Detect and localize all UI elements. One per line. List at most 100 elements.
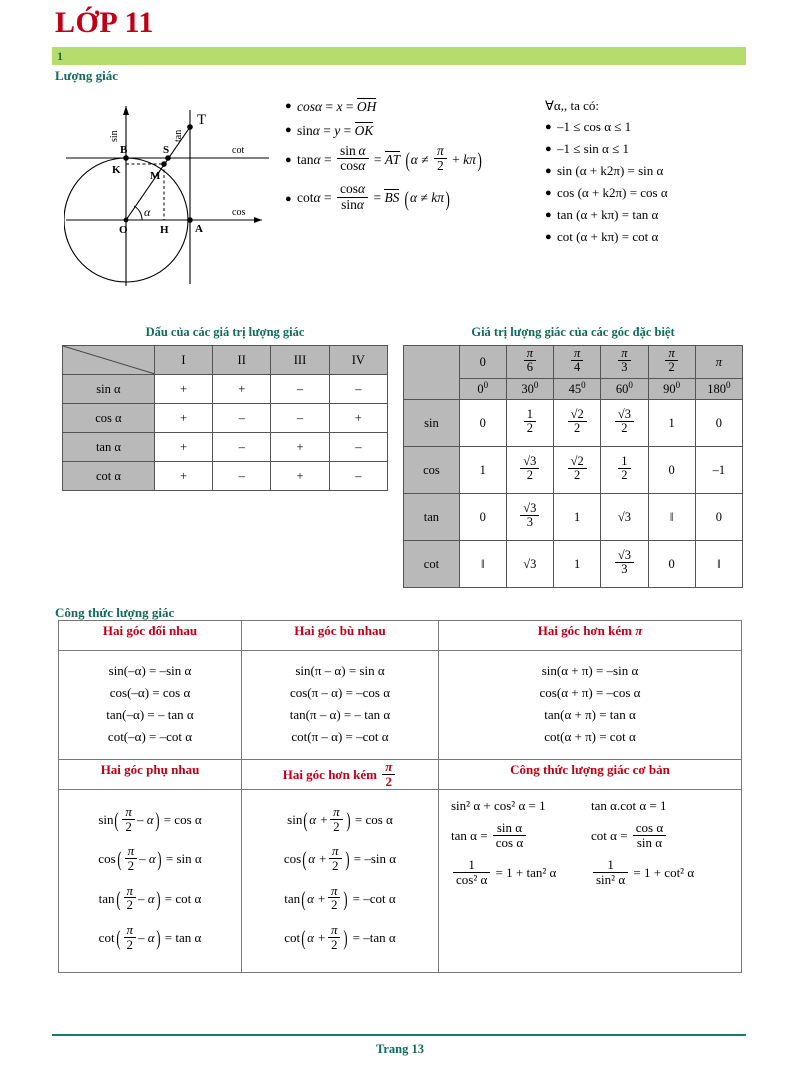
- radian-value: 0: [479, 354, 486, 369]
- formula-cell-differ-pi: Hai góc hơn kém π: [438, 620, 742, 651]
- formula-body-complementary: sin(π 2– α) = cos α cos(π 2– α) = sin α ta…: [58, 788, 242, 974]
- formula-line: tan(–α) = – tan α: [106, 707, 194, 722]
- bullet-icon: ●: [285, 192, 292, 205]
- property-item: ● –1 ≤ cos α ≤ 1: [545, 119, 795, 135]
- special-cell: √2 2: [552, 399, 602, 447]
- sign-cell: –: [328, 374, 389, 404]
- svg-text:cot: cot: [232, 145, 244, 156]
- special-cell: 0: [694, 493, 744, 541]
- radian-den: 2: [668, 359, 675, 374]
- sign-cell: –: [270, 403, 330, 433]
- bullet-icon: ●: [545, 164, 552, 177]
- formula-line: tan(π 2– α) = cot α: [98, 882, 202, 913]
- special-degree: 00: [458, 378, 507, 400]
- sign-cell: –: [212, 403, 272, 433]
- table-row: sin(π 2– α) = cos α cos(π 2– α) = sin α ta…: [58, 788, 742, 974]
- formula-line: sin(π 2– α) = cos α: [98, 804, 202, 834]
- sign-cell: +: [212, 374, 272, 404]
- property-text: cos (α + k2π) = cos α: [557, 185, 668, 200]
- special-cell: ‖: [458, 540, 507, 588]
- radian-num: π: [665, 346, 678, 361]
- sign-cell: +: [153, 374, 214, 404]
- formula-title: Hai góc phụ nhau: [100, 762, 200, 777]
- sign-cell: +: [153, 461, 214, 491]
- formula-cell-complementary: Hai góc phụ nhau: [58, 759, 242, 790]
- sign-table: I II III IV sin α + + – – cos α + – – + …: [62, 345, 389, 491]
- basic-identity: sin² α + cos² α = 1: [451, 798, 546, 813]
- table-row: sin α + + – –: [62, 374, 389, 404]
- property-text: cot (α + kπ) = cot α: [557, 229, 659, 244]
- svg-text:H: H: [160, 224, 169, 236]
- special-degree: 1800: [694, 378, 744, 400]
- definition-tan: ● tanα = sin α cosα = AT (α ≠ π2 + kπ): [285, 142, 482, 174]
- special-radian: 0: [458, 345, 507, 379]
- radian-den: 4: [574, 359, 581, 374]
- sign-col-2: II: [212, 345, 272, 375]
- sign-cell: –: [328, 461, 389, 491]
- special-cell: 0: [458, 493, 507, 541]
- special-degree: 600: [600, 378, 649, 400]
- special-cell: –1: [694, 446, 744, 494]
- radian-den: 6: [526, 359, 533, 374]
- radian-num: π: [618, 346, 631, 361]
- special-radian: π: [694, 345, 744, 379]
- special-cell: ‖: [647, 493, 696, 541]
- special-cell: √3 3: [505, 493, 555, 541]
- properties-heading: ∀α,, ta có:: [545, 98, 599, 113]
- definition-cos: ● cosα = x = OH: [285, 98, 377, 114]
- section-number: 1: [57, 49, 63, 63]
- radian-value: π: [715, 354, 722, 369]
- bullet-icon: ●: [545, 142, 552, 155]
- sign-cell: +: [153, 403, 214, 433]
- formula-line: sin(π – α) = sin α: [295, 663, 385, 678]
- special-degree: 900: [647, 378, 696, 400]
- svg-text:A: A: [195, 223, 203, 235]
- special-row-label: sin: [403, 399, 460, 447]
- property-item: ● cot (α + kπ) = cot α: [545, 229, 795, 245]
- formula-line: tan(π – α) = – tan α: [289, 707, 391, 722]
- special-cell: 0: [694, 399, 744, 447]
- formula-body-supplementary: sin(π – α) = sin α cos(π – α) = –cos α t…: [241, 650, 439, 760]
- formula-line: sin(α + π 2) = cos α: [287, 804, 393, 834]
- special-radian: π2: [647, 345, 696, 379]
- svg-text:K: K: [112, 164, 121, 176]
- formula-title: Hai góc đối nhau: [102, 623, 198, 638]
- special-cell: 1: [647, 399, 696, 447]
- special-cell: √2 2: [552, 446, 602, 494]
- svg-text:M: M: [150, 170, 161, 182]
- svg-text:α: α: [144, 205, 151, 219]
- table-row: cot α + – + –: [62, 461, 389, 491]
- formula-body-differ-pi: sin(α + π) = –sin α cos(α + π) = –cos α …: [438, 650, 742, 760]
- footer-page-label: Trang 13: [375, 1042, 425, 1056]
- bullet-icon: ●: [545, 120, 552, 133]
- property-item: ● tan (α + kπ) = tan α: [545, 207, 795, 223]
- svg-text:tan: tan: [173, 130, 184, 142]
- formulas-section-title: Công thức lượng giác: [55, 605, 175, 620]
- radian-num: π: [523, 346, 536, 361]
- special-cell: 1: [552, 540, 602, 588]
- special-row-label: cot: [403, 540, 460, 588]
- svg-text:sin: sin: [109, 130, 120, 142]
- sign-row-label: tan α: [62, 432, 155, 462]
- formula-title: Hai góc bù nhau: [294, 623, 386, 638]
- property-text: tan (α + kπ) = tan α: [557, 207, 659, 222]
- formula-grid: Hai góc đối nhau Hai góc bù nhau Hai góc…: [58, 620, 742, 974]
- svg-text:S: S: [163, 144, 169, 156]
- table-row: tan α + – + –: [62, 432, 389, 462]
- formula-cell-opposite: Hai góc đối nhau: [58, 620, 242, 651]
- table-row: cos 1 √3 2 √2 2 12 0 –1: [403, 446, 744, 494]
- radian-num: π: [571, 346, 584, 361]
- definitions-list: ● cosα = x = OH ● sinα = y = OK ● tanα =…: [285, 98, 530, 223]
- page: LỚP 11 1 Lượng giác O A B H K M S T α si…: [0, 0, 800, 1082]
- svg-text:B: B: [120, 144, 128, 156]
- basic-identity: tan α = sin α cos α: [451, 821, 591, 851]
- special-cell: 12: [505, 399, 555, 447]
- sign-cell: +: [270, 432, 330, 462]
- formula-line: cot(π – α) = –cot α: [291, 729, 389, 744]
- sign-cell: –: [270, 374, 330, 404]
- section-banner: [52, 47, 746, 65]
- formula-line: tan(α + π) = tan α: [544, 707, 636, 722]
- basic-identity: tan α.cot α = 1: [591, 798, 667, 813]
- formula-line: sin(α + π) = –sin α: [541, 663, 639, 678]
- table-row: Hai góc phụ nhau Hai góc hơn kém π2 Công…: [58, 759, 742, 790]
